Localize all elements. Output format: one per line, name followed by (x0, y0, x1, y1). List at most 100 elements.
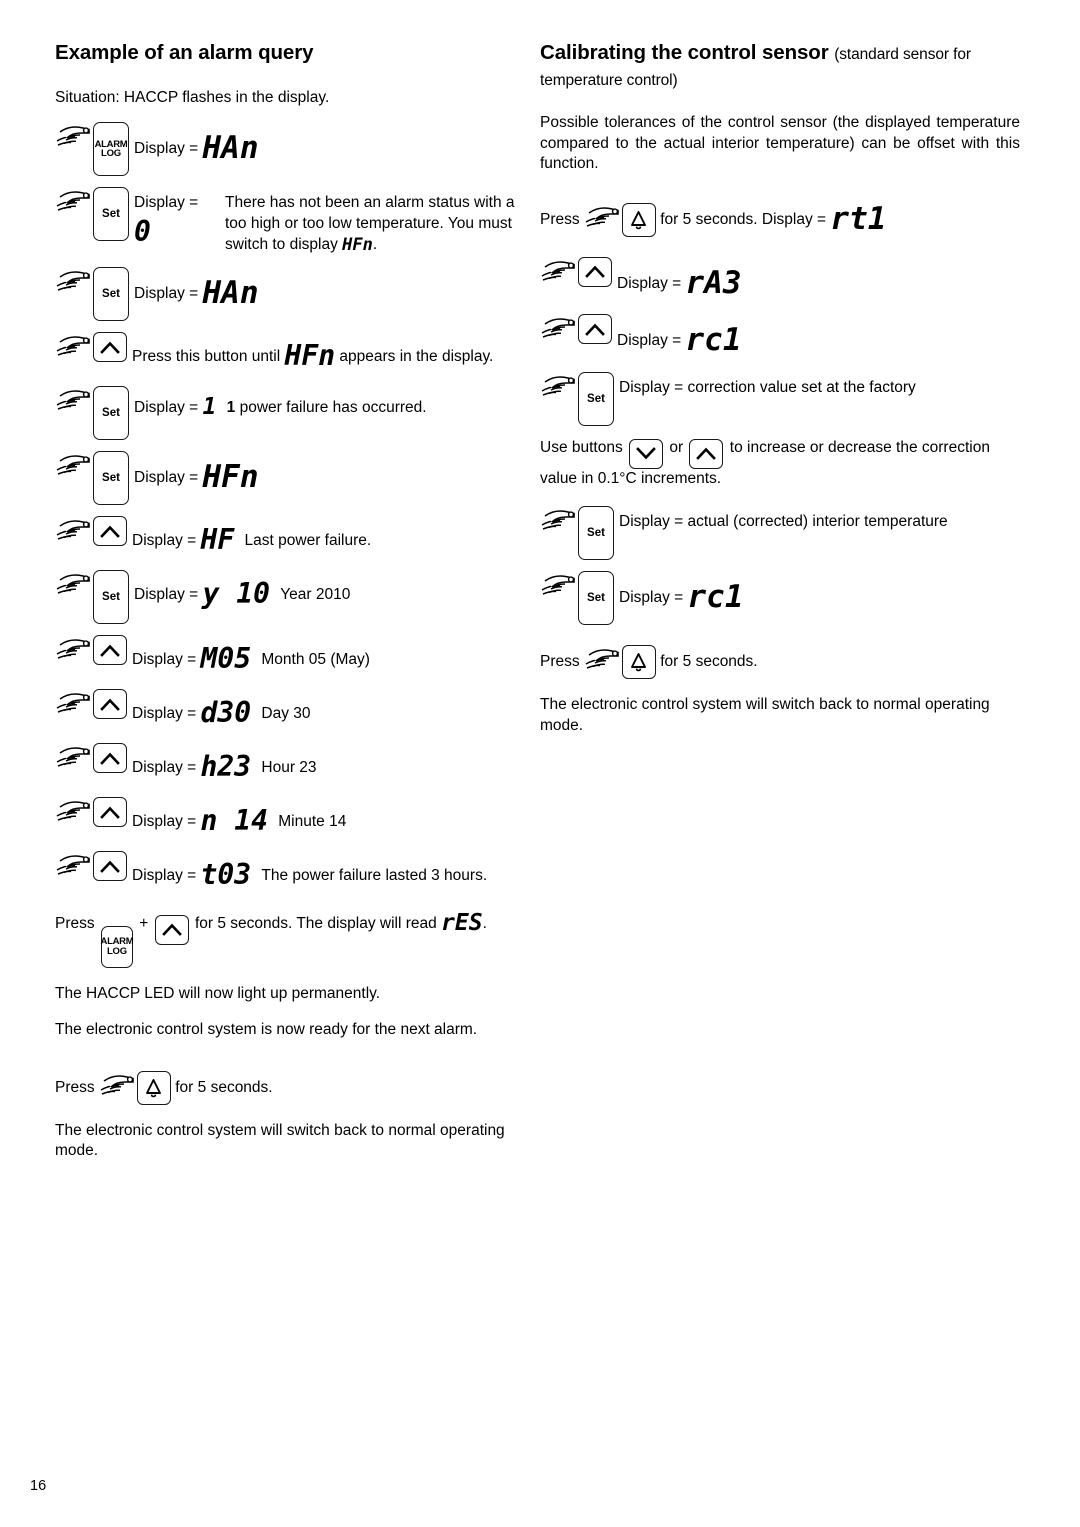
step-note-text: Last power failure. (244, 532, 372, 550)
chevron-up-icon (100, 860, 120, 873)
right-column: Calibrating the control sensor (standard… (540, 40, 1020, 752)
step-row: Set Display = HFn (55, 450, 525, 506)
set-button[interactable]: Set (578, 571, 614, 626)
chevron-up-icon (696, 447, 717, 461)
step-label: Display = (619, 589, 684, 607)
step-row: Set Display = rc1 (540, 570, 1020, 626)
step-label: Display = (132, 867, 197, 885)
press-control: Set (540, 371, 614, 427)
left-section-title: Example of an alarm query (55, 41, 314, 64)
lcd-display-value: HFn (202, 459, 259, 496)
lcd-note-value: HFn (342, 234, 373, 255)
step-body: Display = rA3 (617, 256, 742, 304)
step-label: Display = (617, 332, 682, 350)
step-row: Display = rA3 (540, 256, 1020, 304)
exit-duration-text: for 5 seconds. (660, 653, 758, 671)
step-body: Display = rc1 (617, 313, 742, 361)
set-button[interactable]: Set (93, 451, 129, 506)
alarm-log-button[interactable]: ALARM LOG (101, 925, 134, 968)
calibration-enter-instruction: Press for 5 seconds. Display = rt1 (540, 199, 1020, 240)
press-control (55, 331, 127, 364)
press-control (55, 634, 127, 667)
step-label: Display = (134, 194, 199, 212)
set-button[interactable]: Set (93, 267, 129, 322)
set-button[interactable]: Set (93, 570, 129, 625)
step-label: Display = (132, 759, 197, 777)
step-label: Display = (617, 274, 682, 292)
chevron-up-icon (585, 265, 605, 278)
press-control (55, 515, 127, 548)
step-label: Display = correction value set at the fa… (619, 379, 916, 397)
step-row: Display = rc1 (540, 313, 1020, 361)
up-arrow-button[interactable] (578, 314, 612, 345)
step-label: Display = (134, 586, 199, 604)
set-button-label: Set (102, 472, 120, 485)
chevron-up-icon (161, 923, 182, 936)
alarm-bell-button[interactable] (136, 1070, 171, 1105)
step-label: Display = (132, 813, 197, 831)
step-label: Display = (134, 140, 199, 158)
press-control (55, 850, 127, 883)
press-control: ALARM LOG (55, 121, 129, 177)
adjust-or-text: or (669, 439, 684, 457)
step-note-text: Minute 14 (278, 813, 347, 831)
right-title-bold: Calibrating the control sensor (540, 41, 829, 64)
right-section-title: Calibrating the control sensor (standard… (540, 40, 1020, 91)
up-arrow-button[interactable] (93, 635, 127, 666)
step-note-text: power failure has occurred. (239, 399, 427, 417)
alarm-bell-button[interactable] (621, 645, 656, 680)
set-button[interactable]: Set (578, 506, 614, 561)
up-arrow-button[interactable] (578, 256, 612, 287)
set-button-label: Set (102, 288, 120, 301)
right-exit-result-text: The electronic control system will switc… (540, 696, 990, 734)
step-note-tail: . (372, 235, 378, 253)
step-row: Set Display = y 10 Year 2010 (55, 569, 525, 625)
reset-press-label: Press (55, 915, 95, 933)
lcd-display-value: M05 (200, 642, 252, 676)
step-row: Set Display = correction value set at th… (540, 371, 1020, 427)
set-button-label: Set (587, 527, 605, 540)
set-button[interactable]: Set (93, 386, 129, 441)
down-arrow-button[interactable] (629, 438, 664, 469)
set-button-label: Set (587, 393, 605, 406)
step-row: Display = n 14 Minute 14 (55, 796, 525, 840)
step-body: Display = rc1 (619, 570, 744, 618)
reset-instruction: Press ALARM LOG + for 5 seconds. The dis… (55, 908, 525, 968)
step-note-text: Day 30 (261, 705, 311, 723)
right-intro-text: Possible tolerances of the control senso… (540, 114, 1020, 173)
press-control (55, 742, 127, 775)
set-button[interactable]: Set (578, 372, 614, 427)
step-body: Display = t03 The power failure lasted 3… (132, 850, 487, 894)
alarm-bell-button[interactable] (621, 202, 656, 237)
step-row: Set Display = HAn (55, 266, 525, 322)
step-note: There has not been an alarm status with … (225, 193, 525, 256)
lcd-display-value: rA3 (685, 264, 742, 301)
alarm-log-button[interactable]: ALARM LOG (93, 122, 129, 177)
lcd-display-value: HAn (202, 275, 259, 312)
up-arrow-button[interactable] (689, 438, 724, 469)
up-arrow-button[interactable] (93, 851, 127, 882)
up-arrow-button[interactable] (93, 516, 127, 547)
up-arrow-button[interactable] (93, 332, 127, 363)
step-row: Display = HF Last power failure. (55, 515, 525, 559)
step-row: Set Display = actual (corrected) interio… (540, 505, 1020, 561)
step-body: Display = M05 Month 05 (May) (132, 634, 370, 678)
set-button-label: Set (587, 592, 605, 605)
reset-tail: . (482, 915, 487, 933)
step-note-text: Month 05 (May) (261, 651, 370, 669)
set-button-label: Set (102, 407, 120, 420)
page-number: 16 (30, 1478, 47, 1494)
up-arrow-button[interactable] (93, 797, 127, 828)
step-row: Display = d30 Day 30 (55, 688, 525, 732)
set-button[interactable]: Set (93, 187, 129, 242)
exit-press-label: Press (55, 1078, 95, 1096)
up-arrow-button[interactable] (93, 689, 127, 720)
up-arrow-button[interactable] (154, 914, 189, 945)
press-control (55, 796, 127, 829)
step-body: Display = HAn (134, 121, 259, 169)
up-arrow-button[interactable] (93, 743, 127, 774)
step-row: Display = h23 Hour 23 (55, 742, 525, 786)
step-row: Set Display = 1 1 power failure has occu… (55, 385, 525, 441)
exit-instruction: Press for 5 seconds. (55, 1070, 525, 1105)
enter-press-label: Press (540, 210, 580, 228)
